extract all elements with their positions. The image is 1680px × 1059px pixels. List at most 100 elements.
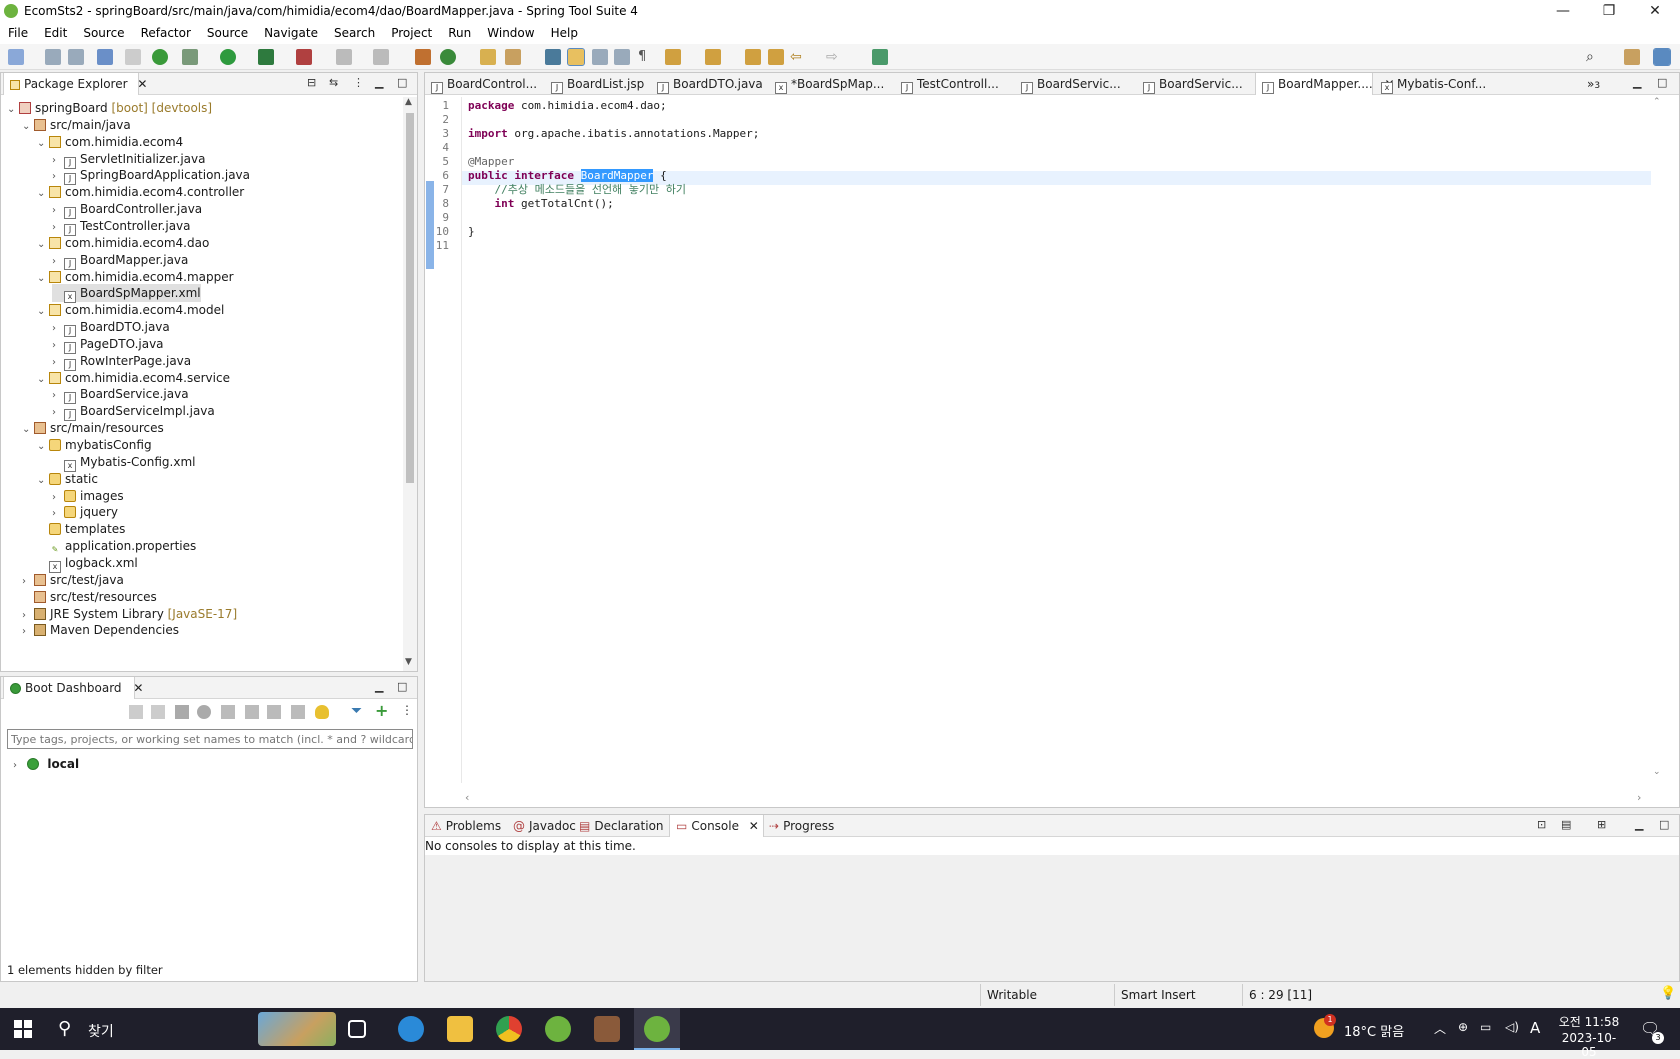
chevron-down-icon[interactable]: ⌄ [22, 118, 34, 136]
external-tools-icon[interactable] [296, 49, 312, 65]
clock-date[interactable]: 2023-10-05 [1556, 1031, 1622, 1059]
tip-lightbulb-icon[interactable]: 💡 [1660, 986, 1676, 1001]
tree-item[interactable]: x logback.xml [37, 554, 138, 573]
mark-occurrences-icon[interactable] [567, 48, 585, 66]
editor-tab[interactable]: x *BoardSpMap... [769, 73, 893, 95]
minimize-view-icon[interactable]: ▁ [375, 680, 383, 693]
disconnect-icon[interactable] [373, 49, 389, 65]
code-line[interactable]: public interface BoardMapper { [468, 169, 667, 183]
scroll-left-icon[interactable]: ‹ [465, 791, 469, 804]
task-view-icon[interactable] [348, 1020, 366, 1038]
open-browser-icon[interactable] [197, 705, 211, 719]
save-icon[interactable] [45, 49, 61, 65]
chevron-down-icon[interactable]: ⌄ [37, 472, 49, 490]
tree-item[interactable]: › J BoardMapper.java [52, 251, 188, 270]
game-app-icon[interactable] [594, 1016, 620, 1042]
code-editor[interactable]: package com.himidia.ecom4.dao; import org… [461, 97, 1652, 783]
active-sts-taskbar-item[interactable] [634, 1008, 680, 1050]
tree-item[interactable]: › J PageDTO.java [52, 335, 164, 354]
search-icon[interactable]: ⚲ [58, 1018, 71, 1039]
restart-icon[interactable] [151, 705, 165, 719]
menu-item-source[interactable]: Source [199, 26, 256, 40]
menu-item-help[interactable]: Help [543, 26, 586, 40]
tree-item[interactable]: ⌄ springBoard [boot] [devtools] [7, 99, 212, 117]
chevron-down-icon[interactable]: ⌄ [37, 270, 49, 288]
clock-time[interactable]: 오전 11:58 [1556, 1013, 1622, 1030]
menu-item-file[interactable]: File [0, 26, 36, 40]
editor-horizontal-scrollbar[interactable]: ‹ › [461, 791, 1651, 807]
tree-item[interactable]: ✎ application.properties [37, 537, 197, 555]
new-java-class-icon[interactable] [440, 49, 456, 65]
volume-icon[interactable]: ◁) [1505, 1020, 1519, 1034]
java-perspective-icon[interactable] [1653, 48, 1671, 66]
maximize-view-icon[interactable]: □ [1659, 818, 1669, 831]
forward-icon[interactable]: ⇨ [826, 49, 842, 65]
link-with-editor-icon[interactable]: ⇆ [329, 76, 338, 89]
maximize-editor-icon[interactable]: □ [1657, 76, 1667, 89]
tree-scrollbar[interactable]: ▲ ▼ [403, 97, 417, 671]
tree-item[interactable]: x Mybatis-Config.xml [52, 453, 196, 472]
tab-declaration[interactable]: ▤ Declaration [573, 815, 664, 837]
show-hidden-icons-icon[interactable]: ︿ [1434, 1020, 1446, 1037]
chevron-down-icon[interactable]: ⌄ [37, 303, 49, 321]
terminal-icon[interactable] [97, 49, 113, 65]
tree-item[interactable]: › J SpringBoardApplication.java [52, 166, 250, 186]
more-tabs-button[interactable]: »3 [1581, 73, 1600, 95]
tree-item[interactable]: › jquery [52, 503, 118, 521]
code-line[interactable]: package com.himidia.ecom4.dao; [468, 99, 667, 113]
tree-item[interactable]: ⌄ com.himidia.ecom4.dao [37, 234, 209, 252]
forward-edit-icon[interactable] [768, 49, 784, 65]
tab-problems[interactable]: ⚠ Problems [425, 815, 501, 837]
code-line[interactable]: } [468, 225, 475, 239]
chevron-down-icon[interactable]: ⌄ [37, 236, 49, 254]
scroll-up-icon[interactable]: ▲ [405, 97, 412, 107]
chevron-down-icon[interactable]: ⌄ [7, 101, 19, 119]
editor-tab[interactable]: JBoardMapper.... ✕ [1255, 73, 1395, 95]
tree-item[interactable]: ⌄ com.himidia.ecom4 [37, 133, 183, 151]
code-line[interactable]: //추상 메소드들을 선언해 놓기만 하기 [468, 183, 686, 197]
local-target-row[interactable]: › local [13, 755, 79, 773]
open-type-icon[interactable] [415, 49, 431, 65]
tree-item[interactable]: ⌄ com.himidia.ecom4.mapper [37, 268, 234, 286]
menu-item-source[interactable]: Source [75, 26, 132, 40]
toggle-breadcrumb-icon[interactable] [545, 49, 561, 65]
view-menu-icon[interactable]: ⋮ [401, 703, 413, 717]
editor-vertical-scrollbar[interactable]: ⌃ ⌄ [1651, 97, 1665, 783]
tree-item[interactable]: › J BoardDTO.java [52, 318, 170, 338]
tree-item[interactable]: src/test/resources [22, 588, 157, 606]
chevron-down-icon[interactable]: ⌄ [37, 371, 49, 389]
close-window-button[interactable]: ✕ [1632, 0, 1678, 22]
run-icon[interactable] [220, 49, 236, 65]
tree-item[interactable]: › J BoardController.java [52, 200, 202, 220]
stop-icon[interactable] [175, 705, 189, 719]
editor-tab[interactable]: x Mybatis-Conf... [1375, 73, 1495, 95]
network-icon[interactable]: ▭ [1480, 1020, 1491, 1034]
edit-icon[interactable] [267, 705, 281, 719]
usb-icon[interactable]: ⊕ [1458, 1020, 1468, 1034]
tab-progress[interactable]: ⇢ Progress [763, 815, 834, 837]
editor-tab[interactable]: J BoardServic... [1015, 73, 1135, 95]
minimize-button[interactable]: — [1540, 0, 1586, 22]
search-tool-icon[interactable] [505, 49, 521, 65]
view-menu-icon[interactable]: ⋮ [353, 76, 364, 89]
scroll-down-icon[interactable]: ⌄ [1653, 767, 1661, 777]
menu-item-refactor[interactable]: Refactor [133, 26, 199, 40]
minimize-view-icon[interactable]: ▁ [1635, 818, 1643, 831]
code-line[interactable]: int getTotalCnt(); [468, 197, 614, 211]
start-icon[interactable] [129, 705, 143, 719]
last-edit-location-icon[interactable] [745, 49, 761, 65]
weather-text[interactable]: 18°C 맑음 [1344, 1021, 1404, 1040]
menu-item-search[interactable]: Search [326, 26, 383, 40]
skip-breakpoints-icon[interactable] [125, 49, 141, 65]
chrome-icon[interactable] [496, 1016, 522, 1042]
tree-item[interactable]: › J BoardService.java [52, 385, 189, 405]
filter-icon[interactable]: ⏷ [351, 703, 362, 719]
pin-console-icon[interactable]: ⊡ [1537, 818, 1546, 831]
add-icon[interactable]: + [375, 701, 388, 720]
tree-scrollbar-thumb[interactable] [406, 113, 414, 483]
windows-start-icon[interactable] [14, 1020, 32, 1038]
tree-item[interactable]: › J RowInterPage.java [52, 352, 191, 371]
tree-item[interactable]: ⌄ src/main/java [22, 116, 131, 134]
tree-item[interactable]: › JRE System Library [JavaSE-17] [22, 605, 237, 623]
scroll-up-icon[interactable]: ⌃ [1653, 97, 1661, 107]
